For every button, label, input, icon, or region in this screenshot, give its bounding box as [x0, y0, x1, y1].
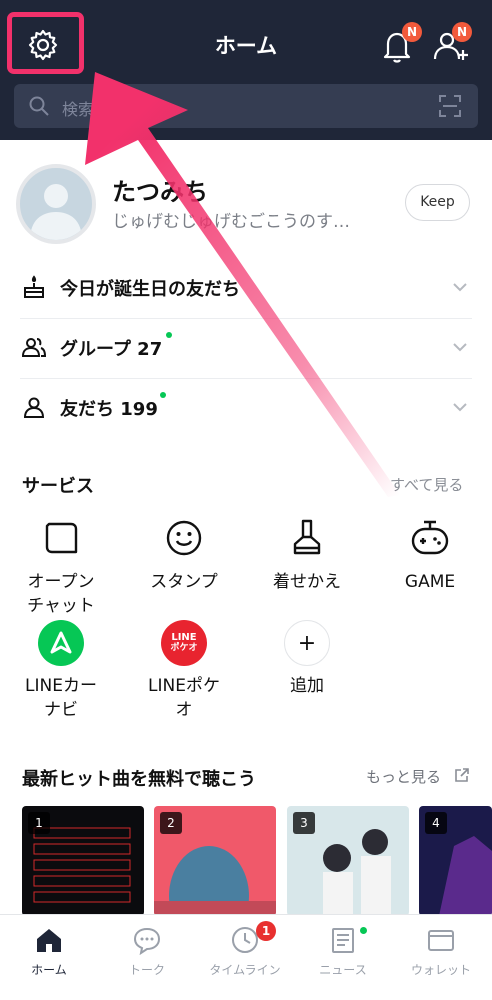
- search-icon: [29, 96, 49, 116]
- chevron-down-icon: [453, 343, 467, 352]
- album-cover[interactable]: 1: [22, 806, 144, 916]
- nav-label: タイムライン: [209, 963, 281, 977]
- chevron-down-icon: [453, 403, 467, 412]
- online-dot: [160, 392, 166, 398]
- default-avatar-icon: [30, 184, 82, 240]
- service-line-car-navi[interactable]: LINEカー ナビ: [8, 620, 114, 722]
- music-title: 最新ヒット曲を無料で聴こう: [22, 769, 256, 790]
- album-cover[interactable]: 4: [419, 806, 492, 916]
- line-pokeo-icon: LINE ポケオ: [161, 620, 207, 666]
- nav-talk[interactable]: トーク: [98, 925, 196, 978]
- avatar[interactable]: [16, 164, 96, 244]
- service-open-chat[interactable]: オープン チャット: [8, 518, 114, 618]
- service-line-pokeo[interactable]: LINE ポケオ LINEポケ オ: [131, 620, 237, 722]
- nav-label: ニュース: [319, 963, 367, 977]
- person-icon: [23, 397, 45, 418]
- groups-label: グループ 27: [60, 339, 163, 360]
- app-header: ホーム N N 検索: [0, 0, 492, 140]
- chat-bubble-icon: [133, 927, 161, 955]
- service-stamp[interactable]: スタンプ: [131, 518, 237, 594]
- nav-label: トーク: [128, 963, 165, 977]
- friends-row[interactable]: 友だち 199: [20, 378, 472, 436]
- rank-badge: 3: [293, 812, 315, 834]
- friend-request-badge: N: [452, 22, 472, 42]
- profile-status-message[interactable]: じゅげむじゅげむごこうのす…: [112, 207, 392, 232]
- friends-label: 友だち 199: [60, 399, 158, 420]
- plus-icon: +: [284, 620, 330, 666]
- wallet-icon: [428, 930, 454, 951]
- smiley-icon: [166, 520, 202, 556]
- album-cover[interactable]: 3: [287, 806, 409, 916]
- pokeo-logo-text: LINE: [171, 632, 197, 643]
- service-label: スタンプ: [150, 572, 218, 592]
- rank-badge: 2: [160, 812, 182, 834]
- open-chat-icon: [45, 522, 78, 554]
- service-label: LINEポケ オ: [148, 676, 220, 720]
- line-car-navi-icon: [38, 620, 84, 666]
- nav-wallet[interactable]: ウォレット: [392, 925, 490, 978]
- cake-icon: [24, 275, 44, 298]
- profile-name[interactable]: たつみち: [112, 172, 208, 207]
- pokeo-logo-text: ポケオ: [170, 643, 198, 653]
- service-label: 着せかえ: [273, 572, 341, 592]
- bottom-navigation: ホーム トーク タイムライン 1 ニュース ウォレット: [0, 914, 492, 1000]
- nav-news[interactable]: ニュース: [294, 925, 392, 978]
- see-more-link[interactable]: もっと見る: [366, 766, 441, 787]
- service-label: GAME: [404, 572, 456, 592]
- service-game[interactable]: GAME: [377, 518, 483, 594]
- gamepad-icon: [411, 520, 449, 555]
- notification-badge: N: [402, 22, 422, 42]
- timeline-badge: 1: [256, 921, 276, 941]
- news-dot: [360, 927, 367, 934]
- album-cover[interactable]: 2: [154, 806, 276, 916]
- qr-scan-icon[interactable]: [438, 94, 462, 118]
- search-bar[interactable]: 検索: [14, 84, 478, 128]
- rank-badge: 4: [425, 812, 447, 834]
- services-title: サービス: [22, 476, 94, 497]
- birthday-label: 今日が誕生日の友だち: [60, 279, 240, 300]
- brush-icon: [293, 519, 321, 555]
- keep-button[interactable]: Keep: [405, 184, 470, 221]
- rank-badge: 1: [28, 812, 50, 834]
- service-label: LINEカー ナビ: [25, 676, 97, 720]
- nav-timeline[interactable]: タイムライン: [196, 925, 294, 978]
- home-icon: [37, 929, 61, 952]
- search-placeholder: 検索: [62, 100, 95, 119]
- chevron-down-icon: [453, 283, 467, 292]
- groups-row[interactable]: グループ 27: [20, 318, 472, 376]
- online-dot: [166, 332, 172, 338]
- nav-label: ホーム: [31, 963, 67, 977]
- news-icon: [332, 928, 354, 953]
- service-add[interactable]: + 追加: [254, 620, 360, 698]
- external-link-icon: [455, 768, 469, 782]
- see-all-link[interactable]: すべて見る: [390, 474, 463, 495]
- nav-label: ウォレット: [410, 963, 471, 977]
- service-theme[interactable]: 着せかえ: [254, 518, 360, 594]
- birthday-row[interactable]: 今日が誕生日の友だち: [20, 258, 472, 316]
- group-icon: [22, 338, 46, 357]
- service-label: 追加: [290, 676, 324, 696]
- service-label: オープン チャット: [27, 572, 95, 616]
- nav-home[interactable]: ホーム: [0, 925, 98, 978]
